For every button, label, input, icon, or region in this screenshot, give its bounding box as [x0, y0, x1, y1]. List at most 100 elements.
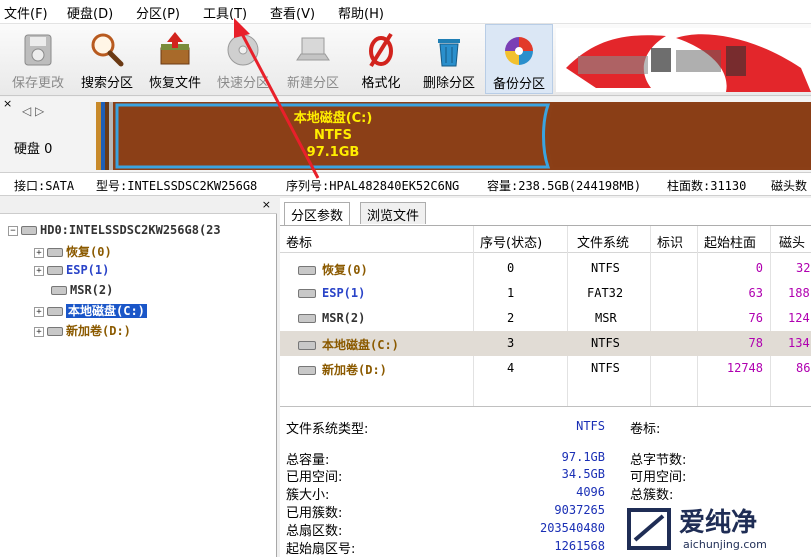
disk-info-bar: 接口:SATA 型号:INTELSSDSC2KW256G8 序列号:HPAL48… [0, 172, 811, 196]
format-label: 格式化 [361, 76, 401, 91]
fs-type-value: NTFS [576, 419, 605, 433]
tree-item-recovery[interactable]: + 恢复(0) [34, 243, 112, 260]
heads-info: 磁头数 [771, 179, 808, 193]
expand-icon[interactable]: + [34, 247, 44, 258]
save-changes-button[interactable]: 保存更改 [4, 24, 72, 94]
tree-item-d-drive[interactable]: + 新加卷(D:) [34, 322, 131, 339]
menu-view[interactable]: 查看(V) [270, 3, 315, 22]
partition-fs: NTFS [314, 128, 352, 143]
quick-label: 快速分区 [216, 76, 269, 91]
tree-root-disk[interactable]: − HD0:INTELSSDSC2KW256G8(23 [8, 223, 221, 237]
volume-label: 卷标: [630, 422, 661, 437]
disk-label: 硬盘 0 [14, 142, 53, 157]
format-icon [369, 32, 393, 68]
cluster-size-value: 4096 [576, 485, 605, 499]
partition-table-header: 卷标 序号(状态) 文件系统 标识 起始柱面 磁头 [280, 225, 811, 253]
table-row[interactable]: 新加卷(D:) 4 NTFS 12748 86 [280, 356, 811, 381]
cluster-size-label: 簇大小: [286, 488, 330, 503]
partition-icon [298, 341, 316, 350]
used-clusters-label: 已用簇数: [286, 506, 343, 521]
start-sector-label: 起始扇区号: [286, 542, 356, 557]
partition-icon [298, 266, 316, 275]
backup-label: 备份分区 [492, 77, 545, 92]
watermark-text: 爱纯净 [679, 508, 758, 538]
save-icon [24, 34, 52, 66]
expand-icon[interactable]: + [34, 265, 44, 276]
backup-icon [505, 37, 533, 65]
menu-partition[interactable]: 分区(P) [136, 3, 180, 22]
partition-icon [47, 266, 63, 275]
menu-tools[interactable]: 工具(T) [203, 3, 247, 22]
col-head[interactable]: 磁头 [779, 232, 805, 251]
search-partition-button[interactable]: 搜索分区 [73, 24, 141, 94]
expand-icon[interactable]: + [34, 326, 44, 337]
total-sectors-value: 203540480 [539, 521, 605, 535]
delete-label: 删除分区 [422, 76, 475, 91]
tree-close-icon[interactable]: × [262, 198, 271, 211]
interface-info: 接口:SATA [14, 179, 75, 193]
col-volume-label[interactable]: 卷标 [286, 232, 312, 251]
total-sectors-label: 总扇区数: [286, 524, 343, 539]
menu-disk[interactable]: 硬盘(D) [67, 3, 113, 22]
partition-icon [298, 366, 316, 375]
partition-size: 97.1GB [306, 145, 360, 160]
backup-partition-button[interactable]: 备份分区 [485, 24, 553, 94]
search-label: 搜索分区 [80, 76, 133, 91]
col-start-cylinder[interactable]: 起始柱面 [704, 232, 756, 251]
collapse-icon[interactable]: − [8, 225, 18, 236]
col-id[interactable]: 标识 [657, 232, 683, 251]
cylinders-info: 柱面数:31130 [667, 179, 747, 193]
save-label: 保存更改 [11, 76, 64, 91]
delete-partition-button[interactable]: 删除分区 [415, 24, 483, 94]
serial-info: 序列号:HPAL482840EK52C6NG [286, 179, 460, 193]
table-row-selected[interactable]: 本地磁盘(C:) 3 NTFS 78 134 [280, 331, 811, 356]
new-label: 新建分区 [286, 76, 339, 91]
menu-bar: 文件(F) 硬盘(D) 分区(P) 工具(T) 查看(V) 帮助(H) [0, 0, 811, 24]
fs-type-label: 文件系统类型: [286, 422, 369, 437]
capacity-info: 容量:238.5GB(244198MB) [487, 179, 642, 193]
laptop-icon [296, 37, 330, 61]
trash-icon [438, 39, 460, 67]
tree-header: × [0, 198, 277, 214]
tree-item-esp[interactable]: + ESP(1) [34, 263, 109, 277]
menu-help[interactable]: 帮助(H) [338, 3, 384, 22]
new-partition-button[interactable]: 新建分区 [279, 24, 347, 94]
format-button[interactable]: 格式化 [347, 24, 415, 94]
watermark: 爱纯净 aichunjing.com [617, 500, 811, 557]
disk-tree-pane: × − HD0:INTELSSDSC2KW256G8(23 + 恢复(0) + ESP… [0, 198, 277, 557]
tree-item-c-drive[interactable]: + 本地磁盘(C:) [34, 302, 147, 319]
partition-icon [298, 289, 316, 298]
toolbar: 保存更改 搜索分区 恢复文件 快速分区 新建分区 格式化 删除分区 备份分区 [0, 24, 811, 96]
partition-icon [47, 248, 63, 257]
total-capacity-value: 97.1GB [561, 450, 605, 464]
watermark-logo-icon [627, 508, 671, 550]
recover-label: 恢复文件 [148, 76, 201, 91]
table-row[interactable]: 恢复(0) 0 NTFS 0 32 [280, 256, 811, 281]
tree-item-msr[interactable]: MSR(2) [48, 283, 113, 297]
expand-icon[interactable]: + [34, 306, 44, 317]
table-row[interactable]: ESP(1) 1 FAT32 63 188 [280, 281, 811, 306]
partition-icon [298, 314, 316, 323]
partition-icon [47, 327, 63, 336]
col-index-status[interactable]: 序号(状态) [480, 232, 542, 251]
ad-banner-image [556, 28, 811, 92]
model-info: 型号:INTELSSDSC2KW256G8 [96, 179, 258, 193]
partition-name: 本地磁盘(C:) [293, 111, 373, 126]
disc-icon [227, 34, 259, 66]
watermark-url: aichunjing.com [683, 538, 767, 551]
recover-files-button[interactable]: 恢复文件 [141, 24, 209, 94]
disk-nav-arrows-icon[interactable]: ◁ ▷ [22, 104, 44, 118]
close-icon[interactable]: × [3, 97, 12, 110]
tab-partition-params[interactable]: 分区参数 [284, 202, 351, 225]
start-sector-value: 1261568 [554, 539, 605, 553]
used-clusters-value: 9037265 [554, 503, 605, 517]
table-row[interactable]: MSR(2) 2 MSR 76 124 [280, 306, 811, 331]
partition-c-label: 本地磁盘(C:) NTFS 97.1GB [118, 110, 548, 161]
used-space-label: 已用空间: [286, 470, 343, 485]
col-file-system[interactable]: 文件系统 [577, 232, 629, 251]
partition-icon [47, 307, 63, 316]
quick-partition-button[interactable]: 快速分区 [209, 24, 277, 94]
tab-browse-files[interactable]: 浏览文件 [360, 202, 427, 224]
menu-file[interactable]: 文件(F) [4, 3, 48, 22]
magnifier-icon [91, 33, 124, 67]
